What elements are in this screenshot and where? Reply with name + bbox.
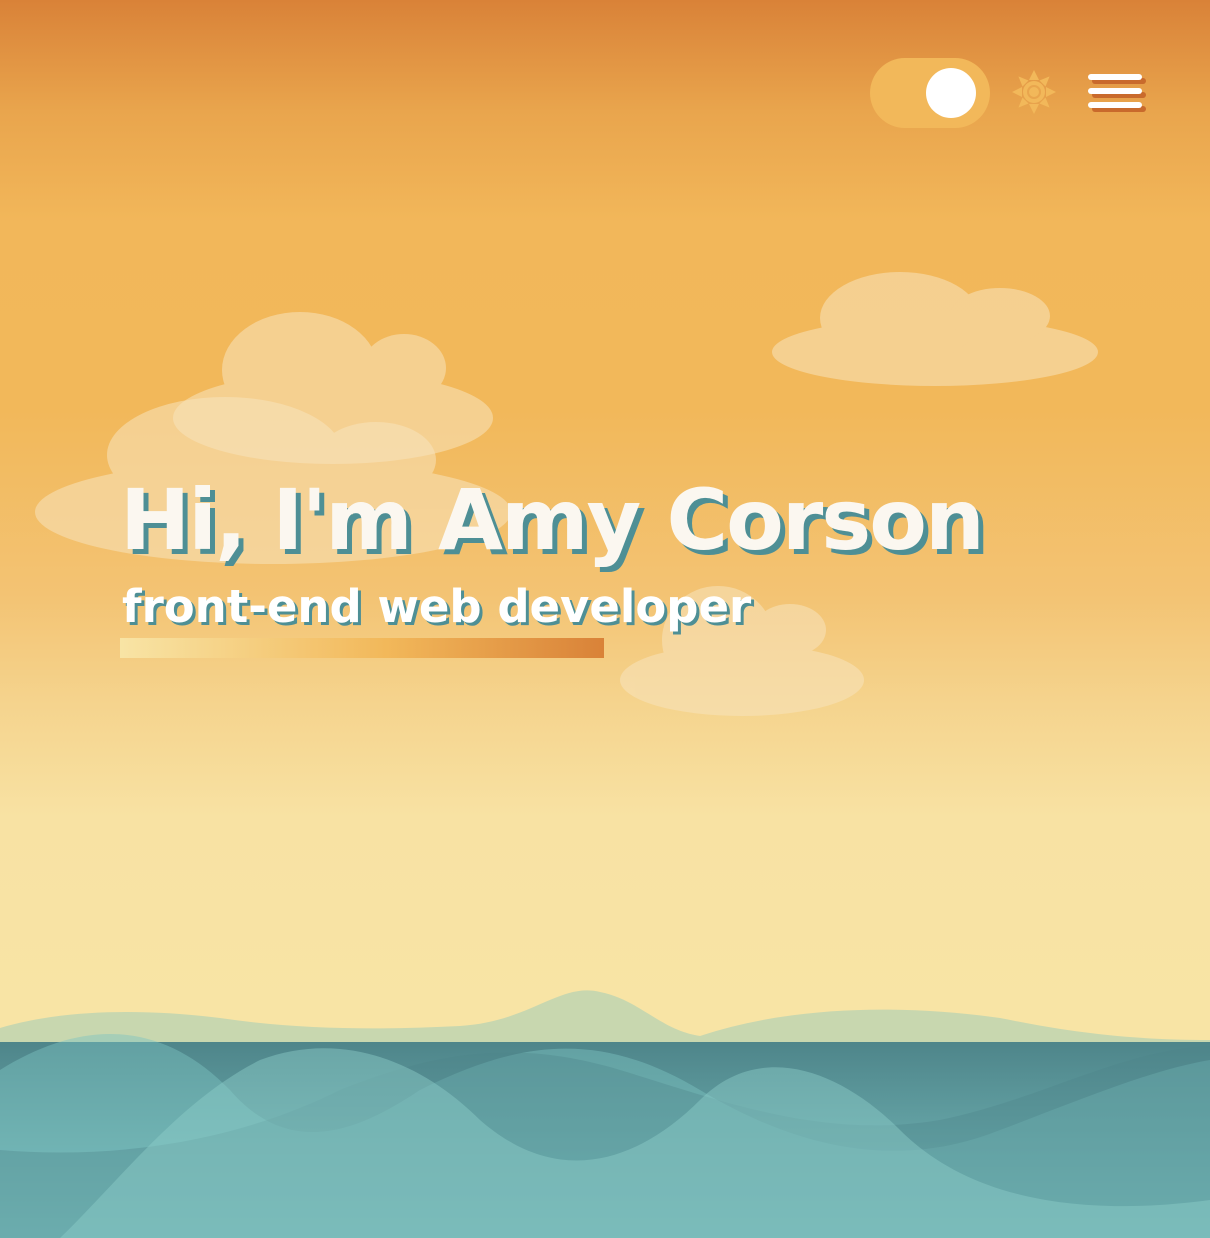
sea-illustration [0,990,1210,1238]
hero-title: Hi, I'm Amy Corson [120,471,985,569]
toggle-knob [926,68,976,118]
cloud [772,272,1098,386]
sun-icon [1012,70,1056,114]
hamburger-menu-icon [1088,74,1146,112]
theme-toggle[interactable] [870,58,990,128]
subtitle-underline [120,638,604,658]
hero-background: Hi, I'm Amy Corson front-end web develop… [0,0,1210,1238]
hero: Hi, I'm Amy Corson front-end web develop… [120,468,1020,658]
clouds-illustration [35,272,1098,716]
hero-subtitle: front-end web developer [122,580,752,633]
menu-button[interactable] [1086,72,1150,116]
